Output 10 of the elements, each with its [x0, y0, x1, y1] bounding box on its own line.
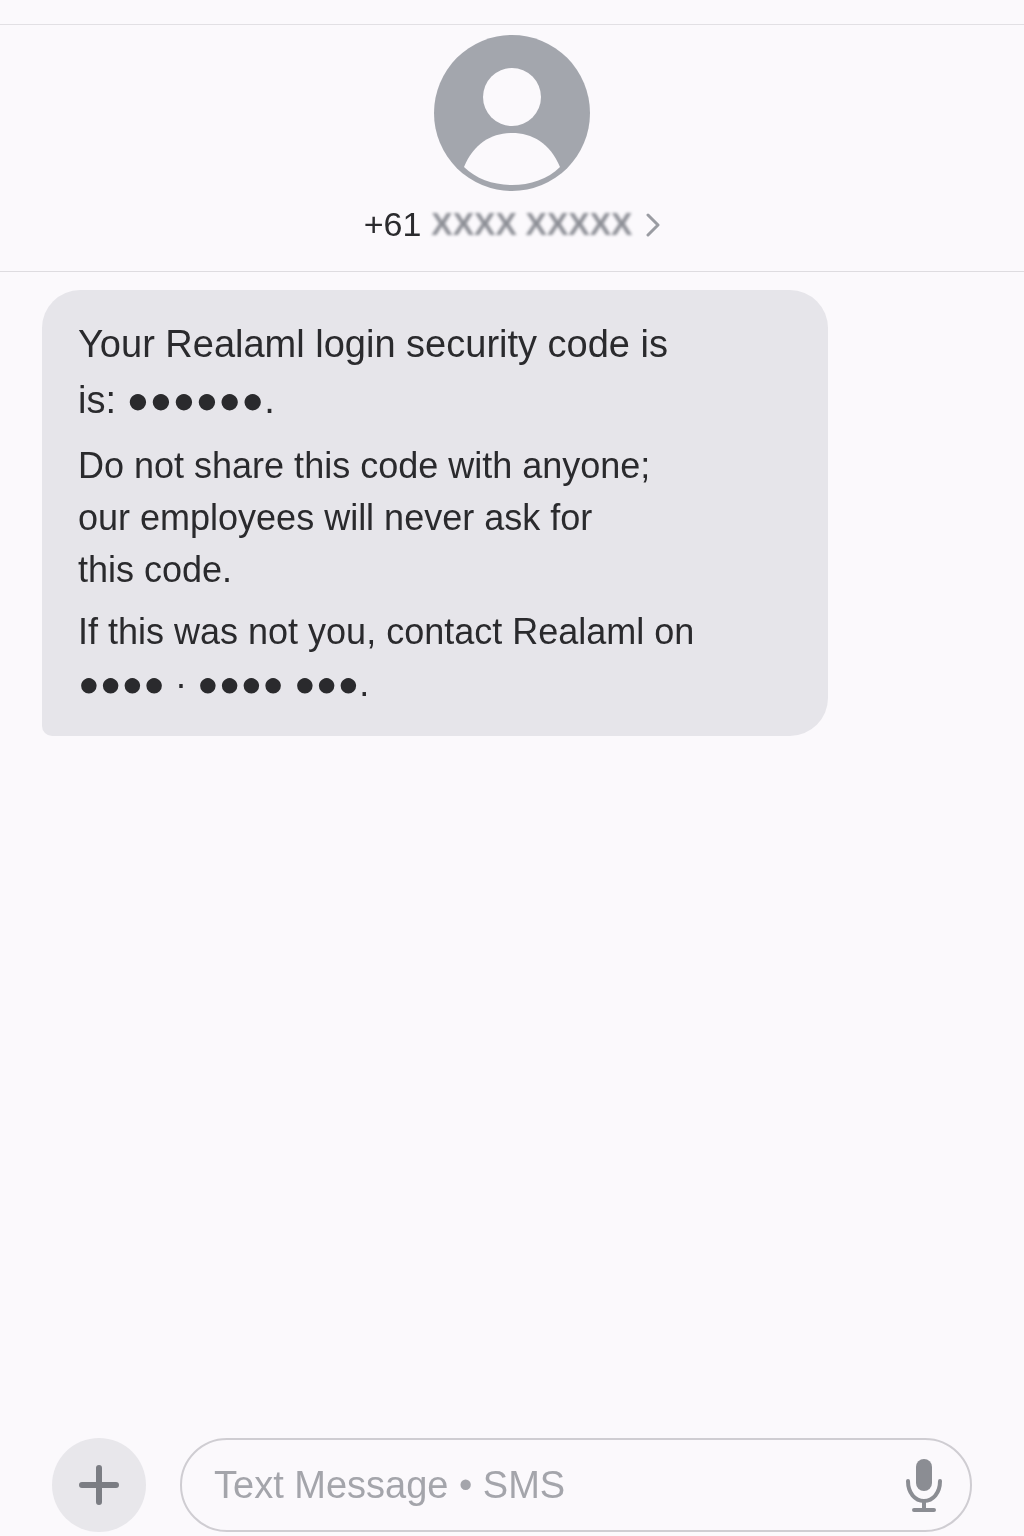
redacted-number: XXXX XXXXX: [431, 206, 633, 243]
contact-avatar[interactable]: [434, 35, 590, 191]
message-text: If this was not you, contact Realaml on ●●●● · ●●●● ●●●.: [78, 610, 696, 706]
message-text: Your Realaml login security code is is: ●●●●●●.: [78, 322, 669, 423]
plus-icon: [79, 1465, 119, 1505]
message-input-field[interactable]: Text Message • SMS: [180, 1438, 972, 1532]
message-text: Do not share this code with anyone; our employees will never ask for this code.: [78, 444, 652, 592]
phone-number[interactable]: +61: [363, 205, 422, 244]
microphone-icon[interactable]: [904, 1457, 944, 1513]
chevron-icon[interactable]: [646, 212, 661, 237]
